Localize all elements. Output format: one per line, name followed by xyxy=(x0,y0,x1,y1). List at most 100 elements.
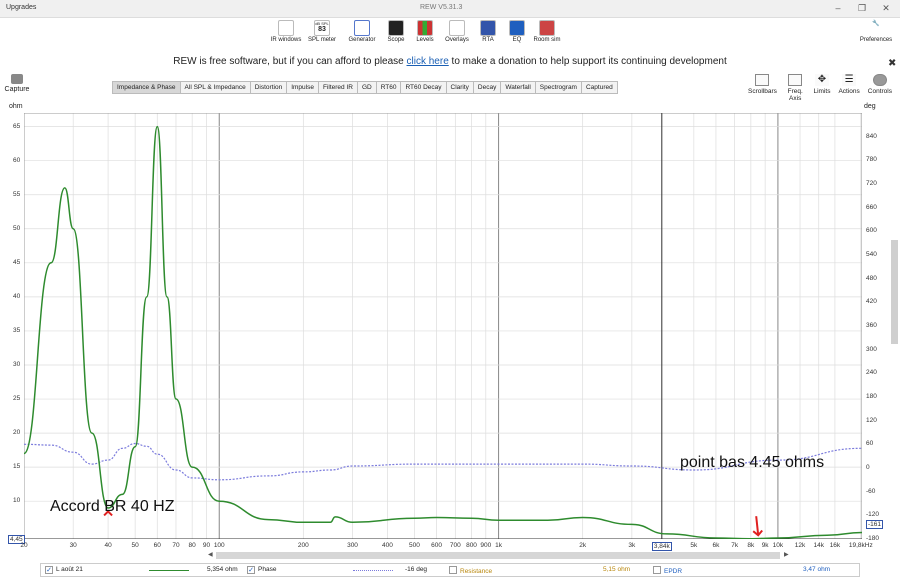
y-tick-label: 240 xyxy=(866,369,877,377)
tab-waterfall[interactable]: Waterfall xyxy=(501,81,536,94)
ir-windows-icon xyxy=(278,20,294,36)
tab-filtered-ir[interactable]: Filtered IR xyxy=(318,81,358,94)
horizontal-scrollbar[interactable] xyxy=(216,552,780,559)
controls-button[interactable]: Controls xyxy=(868,74,892,102)
tab-distortion[interactable]: Distortion xyxy=(250,81,288,94)
right-axis-unit: deg xyxy=(864,103,876,110)
tab-captured[interactable]: Captured xyxy=(581,81,618,94)
scroll-left-icon[interactable]: ◀ xyxy=(208,551,213,558)
x-tick-label: 900 xyxy=(480,542,492,549)
y-tick-label: 540 xyxy=(866,251,877,258)
eq-button[interactable]: EQ xyxy=(505,20,529,43)
actions-button[interactable]: ☰ Actions xyxy=(838,74,860,102)
rta-icon xyxy=(480,20,496,36)
y-tick-label: 720 xyxy=(866,180,877,187)
y-tick-label: 50 xyxy=(13,224,21,232)
generator-button[interactable]: Generator xyxy=(344,20,380,43)
cursor-frequency-value: 3,84k xyxy=(651,542,672,551)
graph-tabs: Impedance & Phase All SPL & Impedance Di… xyxy=(112,81,618,94)
limits-icon: ✥ xyxy=(814,74,829,86)
y-tick-label: 300 xyxy=(866,345,877,353)
epdr-checkbox[interactable]: EPDR xyxy=(653,566,682,575)
levels-button[interactable]: Levels xyxy=(411,20,439,43)
x-tick-label: 9k xyxy=(761,542,769,549)
y-tick-label: -180 xyxy=(866,535,880,542)
tab-impulse[interactable]: Impulse xyxy=(287,81,319,94)
phase-checkbox[interactable]: ✓ Phase xyxy=(247,566,276,574)
x-tick-label: 5k xyxy=(690,542,698,549)
actions-icon: ☰ xyxy=(842,74,857,86)
phase-legend-swatch xyxy=(353,570,393,571)
close-banner-icon[interactable]: ✖ xyxy=(888,58,896,69)
x-tick-label: 600 xyxy=(431,542,443,549)
x-tick-label: 10k xyxy=(772,542,784,549)
tab-clarity[interactable]: Clarity xyxy=(446,81,474,94)
window-title: REW V5.31.3 xyxy=(420,4,463,11)
close-window-icon[interactable]: ✕ xyxy=(874,1,898,16)
y-tick-label: 30 xyxy=(13,360,21,368)
tab-gd[interactable]: GD xyxy=(357,81,377,94)
tab-spectrogram[interactable]: Spectrogram xyxy=(535,81,582,94)
rta-button[interactable]: RTA xyxy=(476,20,500,43)
x-tick-label: 500 xyxy=(409,542,420,549)
y-tick-label: 20 xyxy=(13,429,21,437)
freq-axis-button[interactable]: Freq. Axis xyxy=(785,74,806,102)
y-tick-label: 15 xyxy=(13,463,21,471)
y-tick-label: 0 xyxy=(866,464,870,471)
annotation-br-tuning: Accord BR 40 HZ xyxy=(50,498,175,515)
upgrades-menu[interactable]: Upgrades xyxy=(6,4,36,11)
impedance-value: 5,354 ohm xyxy=(207,566,238,573)
y-tick-label: 55 xyxy=(13,190,21,198)
preferences-button[interactable]: 🔧 Preferences xyxy=(854,20,898,43)
cursor-right-value: -161 xyxy=(866,520,884,529)
x-tick-label: 7k xyxy=(731,542,739,549)
tab-rt60-decay[interactable]: RT60 Decay xyxy=(401,81,447,94)
spl-meter-button[interactable]: dB SPL 83 SPL meter xyxy=(304,20,340,43)
y-tick-label: 180 xyxy=(866,393,877,400)
overlays-icon xyxy=(449,20,465,36)
scrollbars-button[interactable]: Scrollbars xyxy=(748,74,777,102)
legend-bar: ✓ L août 21 5,354 ohm ✓ Phase -16 deg Resi… xyxy=(40,563,860,577)
scope-button[interactable]: Scope xyxy=(382,20,410,43)
gear-icon xyxy=(872,74,887,86)
room-sim-button[interactable]: Room sim xyxy=(530,20,564,43)
generator-icon xyxy=(354,20,370,36)
ir-windows-button[interactable]: IR windows xyxy=(266,20,306,43)
impedance-phase-plot[interactable] xyxy=(24,113,862,539)
x-tick-label: 40 xyxy=(104,542,112,549)
capture-button[interactable]: Capture xyxy=(2,74,32,93)
x-tick-label: 8k xyxy=(747,542,755,549)
freq-axis-icon xyxy=(788,74,803,86)
x-tick-label: 70 xyxy=(172,542,180,549)
phase-value: -16 deg xyxy=(405,566,428,573)
minimize-icon[interactable]: – xyxy=(826,1,850,16)
resistance-checkbox[interactable]: Resistance xyxy=(449,566,492,575)
levels-icon xyxy=(417,20,433,36)
maximize-icon[interactable]: ❐ xyxy=(850,1,874,16)
x-tick-label: 30 xyxy=(69,542,77,549)
scrollbars-icon xyxy=(755,74,770,86)
y-tick-label: 420 xyxy=(866,298,877,306)
x-tick-label: 300 xyxy=(347,542,358,549)
toolbar: IR windows dB SPL 83 SPL meter Generator … xyxy=(0,18,900,52)
limits-button[interactable]: ✥ Limits xyxy=(813,74,830,102)
tab-decay[interactable]: Decay xyxy=(473,81,502,94)
tab-impedance-phase[interactable]: Impedance & Phase xyxy=(112,81,181,94)
x-tick-label: 1k xyxy=(495,542,503,549)
y-tick-label: -60 xyxy=(866,487,876,495)
donate-link[interactable]: click here xyxy=(407,56,449,67)
x-tick-label: 2k xyxy=(579,542,587,549)
vertical-scrollbar[interactable] xyxy=(891,240,898,344)
legend-series-checkbox[interactable]: ✓ L août 21 xyxy=(45,566,83,574)
eq-icon xyxy=(509,20,525,36)
y-tick-label: 120 xyxy=(866,416,877,424)
epdr-value: 3,47 ohm xyxy=(803,566,831,573)
overlays-button[interactable]: Overlays xyxy=(441,20,473,43)
tab-rt60[interactable]: RT60 xyxy=(376,81,402,94)
tab-all-spl-impedance[interactable]: All SPL & Impedance xyxy=(180,81,251,94)
scroll-right-icon[interactable]: ▶ xyxy=(784,551,789,558)
camera-icon xyxy=(11,74,23,84)
y-tick-label: 600 xyxy=(866,227,877,235)
resistance-value: 5,15 ohm xyxy=(603,566,631,573)
x-tick-label: 12k xyxy=(794,542,806,549)
